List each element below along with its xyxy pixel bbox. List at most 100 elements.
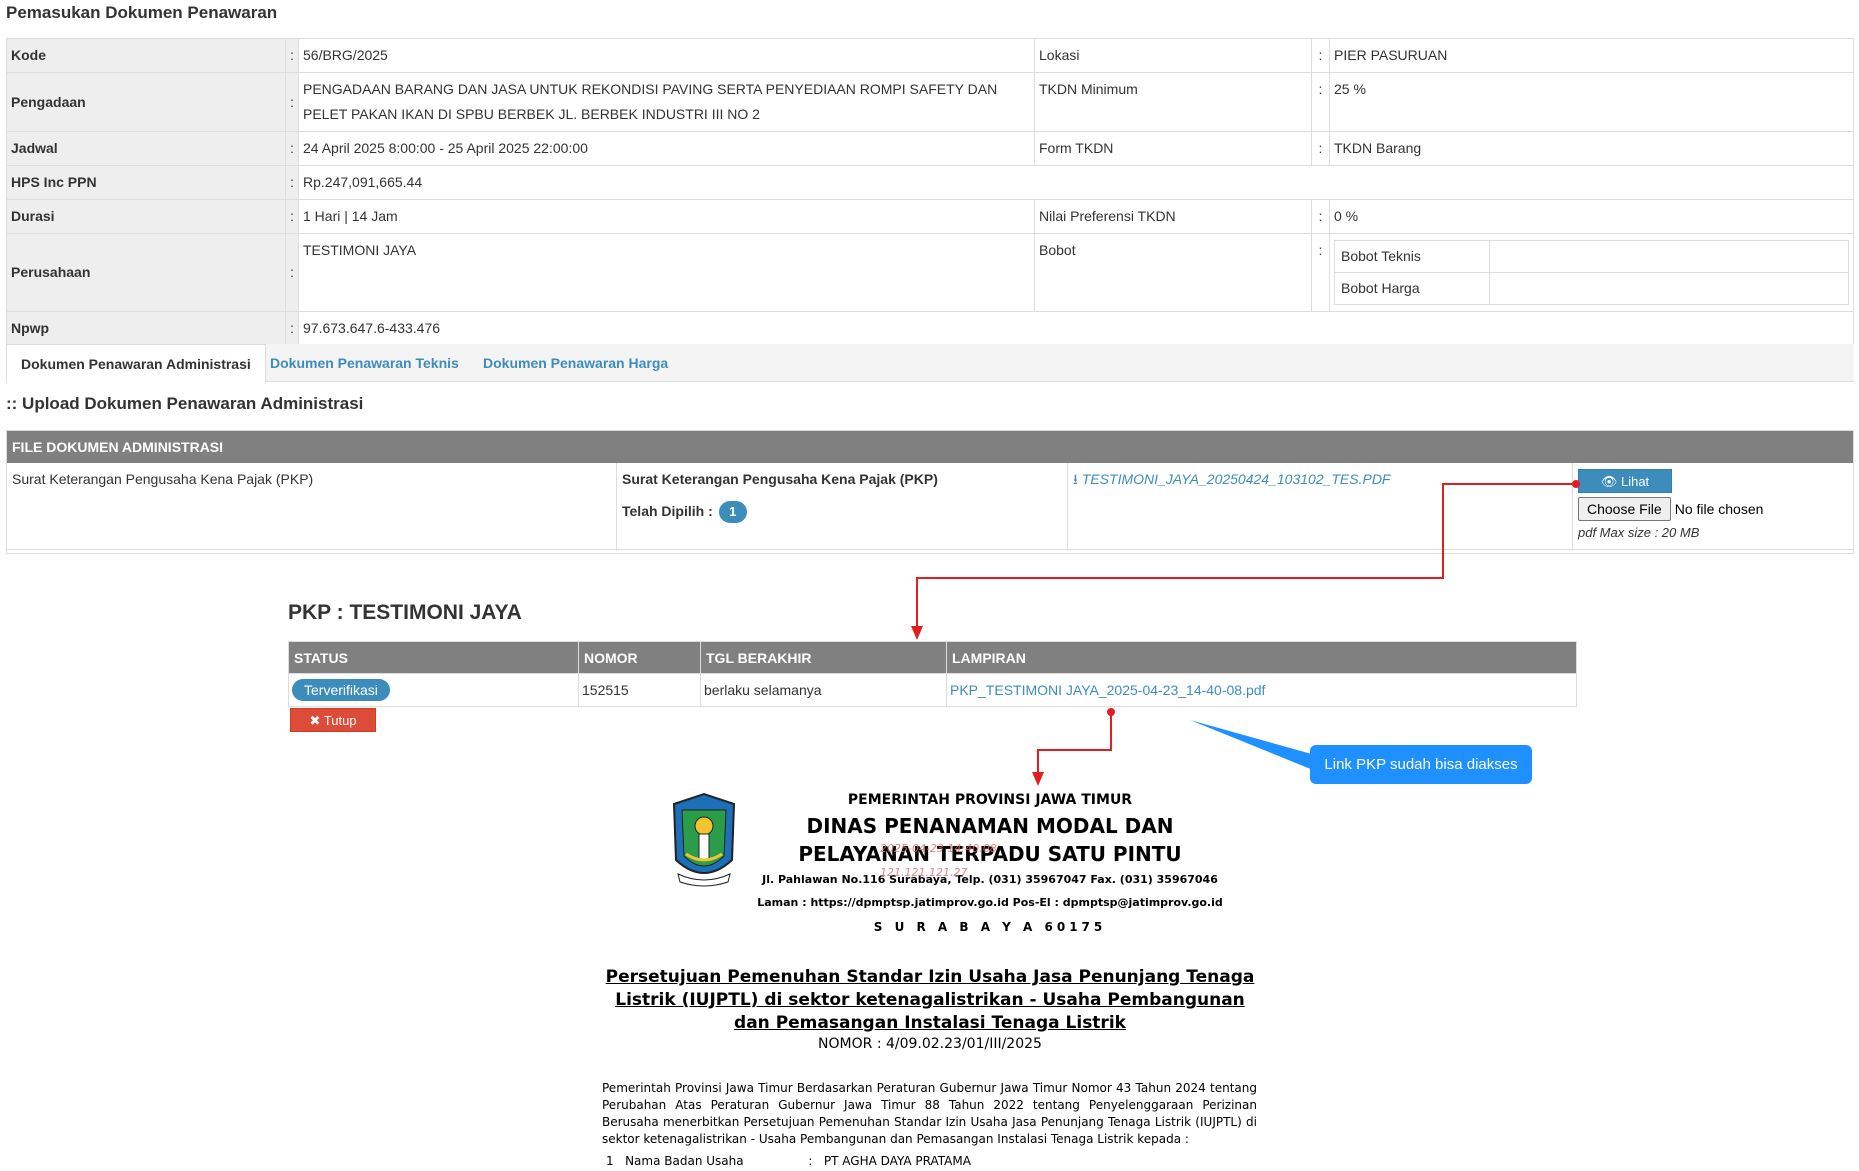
pkp-header-status: STATUS — [288, 641, 579, 674]
page-title: Pemasukan Dokumen Penawaran — [6, 3, 278, 22]
lokasi-label: Lokasi — [1034, 38, 1312, 73]
callout-pointer — [1190, 720, 1315, 770]
colon: : — [285, 233, 299, 312]
pkp-lampiran-cell: PKP_TESTIMONI JAYA_2025-04-23_14-40-08.p… — [946, 673, 1577, 707]
pengadaan-value: PENGADAAN BARANG DAN JASA UNTUK REKONDIS… — [298, 72, 1035, 132]
doc-header-line1: PEMERINTAH PROVINSI JAWA TIMUR — [847, 792, 1133, 808]
colon: : — [285, 38, 299, 73]
file-input: Choose File No file chosen — [1578, 497, 1850, 521]
download-icon: ⭳ — [1073, 471, 1078, 487]
jadwal-label: Jadwal — [6, 131, 286, 166]
bobot-label: Bobot — [1034, 233, 1312, 312]
file-row: Surat Keterangan Pengusaha Kena Pajak (P… — [7, 463, 1853, 553]
choose-file-button[interactable]: Choose File — [1578, 497, 1671, 521]
tkdn-minimum-label: TKDN Minimum — [1034, 72, 1312, 132]
doc-name: Surat Keterangan Pengusaha Kena Pajak (P… — [7, 463, 617, 551]
upload-cell: 👁︎ Lihat Choose File No file chosen pdf M… — [1573, 463, 1855, 551]
tender-info-table: Kode : 56/BRG/2025 Lokasi : PIER PASURUA… — [6, 38, 1854, 346]
npwp-value: 97.673.647.6-433.476 — [298, 311, 1854, 346]
colon: : — [1311, 131, 1330, 166]
pkp-tgl-berakhir: berlaku selamanya — [700, 673, 947, 707]
file-table-header: FILE DOKUMEN ADMINISTRASI — [7, 431, 1853, 463]
pkp-lampiran-link[interactable]: PKP_TESTIMONI JAYA_2025-04-23_14-40-08.p… — [950, 682, 1265, 698]
doc-detail-cell: Surat Keterangan Pengusaha Kena Pajak (P… — [617, 463, 1068, 551]
pkp-status-cell: Terverifikasi — [288, 673, 579, 707]
kode-label: Kode — [6, 38, 286, 73]
tab-administrasi[interactable]: Dokumen Penawaran Administrasi — [6, 344, 266, 383]
nilai-preferensi-label: Nilai Preferensi TKDN — [1034, 199, 1312, 234]
tutup-button[interactable]: ✖ Tutup — [290, 708, 376, 732]
pkp-nomor: 152515 — [578, 673, 701, 707]
lihat-label: Lihat — [1620, 474, 1650, 489]
nilai-preferensi-value: 0 % — [1329, 199, 1854, 234]
close-icon: ✖ — [309, 713, 321, 728]
tutup-label: Tutup — [323, 713, 357, 728]
tab-harga[interactable]: Dokumen Penawaran Harga — [469, 344, 682, 382]
pkp-row: Terverifikasi 152515 berlaku selamanya P… — [288, 673, 1577, 707]
eye-icon: 👁︎ — [1600, 474, 1618, 489]
doc-watermark-timestamp: 2025-04-23 14:40:08 — [880, 842, 997, 855]
max-size-note: pdf Max size : 20 MB — [1578, 525, 1700, 540]
pengadaan-label: Pengadaan — [6, 72, 286, 132]
bobot-teknis-value — [1489, 240, 1849, 273]
no-file-text: No file chosen — [1674, 501, 1764, 517]
colon: : — [1311, 199, 1330, 234]
doc-city: S U R A B A Y A 60175 — [873, 920, 1107, 934]
colon: : — [285, 199, 299, 234]
row-divider — [7, 549, 1853, 553]
doc-title: Persetujuan Pemenuhan Standar Izin Usaha… — [605, 967, 1255, 1033]
colon: : — [285, 165, 299, 200]
file-link-cell: ⭳ TESTIMONI_JAYA_20250424_103102_TES.PDF — [1068, 463, 1573, 551]
doc-header-line2: DINAS PENANAMAN MODAL DAN — [806, 814, 1174, 838]
doc-website: Laman : https://dpmptsp.jatimprov.go.id … — [757, 896, 1223, 909]
arrow-to-document — [1037, 712, 1112, 778]
doc-watermark-ip: 121.121.121.27 — [880, 866, 968, 879]
bobot-table: Bobot Teknis Bobot Harga — [1334, 240, 1849, 305]
bobot-teknis-label: Bobot Teknis — [1334, 240, 1490, 273]
doc-body: Pemerintah Provinsi Jawa Timur Berdasark… — [602, 1081, 1257, 1146]
selected-label: Telah Dipilih : — [622, 503, 713, 519]
form-tkdn-label: Form TKDN — [1034, 131, 1312, 166]
bobot-cell: Bobot Teknis Bobot Harga — [1329, 233, 1854, 312]
hps-label: HPS Inc PPN — [6, 165, 286, 200]
tab-teknis[interactable]: Dokumen Penawaran Teknis — [256, 344, 473, 382]
lokasi-value: PIER PASURUAN — [1329, 38, 1854, 73]
pkp-table: STATUS NOMOR TGL BERAKHIR LAMPIRAN Terve… — [288, 641, 1577, 707]
kode-value: 56/BRG/2025 — [298, 38, 1035, 73]
pkp-title: PKP : TESTIMONI JAYA — [288, 601, 522, 624]
colon: : — [285, 72, 299, 132]
selected-row: Telah Dipilih : 1 — [622, 501, 1062, 523]
section-title: :: Upload Dokumen Penawaran Administrasi — [6, 394, 364, 413]
file-document-table: FILE DOKUMEN ADMINISTRASI Surat Keterang… — [6, 430, 1854, 554]
selected-count-badge: 1 — [718, 501, 747, 523]
npwp-label: Npwp — [6, 311, 286, 346]
pkp-header-lampiran: LAMPIRAN — [946, 641, 1577, 674]
colon: : — [1311, 38, 1330, 73]
callout-note: Link PKP sudah bisa diakses — [1310, 745, 1532, 784]
form-tkdn-value: TKDN Barang — [1329, 131, 1854, 166]
arrow-head — [911, 626, 923, 640]
uploaded-file-link[interactable]: TESTIMONI_JAYA_20250424_103102_TES.PDF — [1082, 471, 1391, 487]
tkdn-minimum-value: 25 % — [1329, 72, 1854, 132]
bobot-harga-label: Bobot Harga — [1334, 272, 1490, 305]
doc-item-1: 1 Nama Badan Usaha : PT AGHA DAYA PRATAM… — [606, 1154, 971, 1168]
jadwal-value: 24 April 2025 8:00:00 - 25 April 2025 22… — [298, 131, 1035, 166]
status-badge: Terverifikasi — [292, 679, 390, 701]
pkp-header-nomor: NOMOR — [578, 641, 701, 674]
perusahaan-value: TESTIMONI JAYA — [298, 233, 1035, 312]
colon: : — [1311, 72, 1330, 132]
durasi-label: Durasi — [6, 199, 286, 234]
colon: : — [285, 131, 299, 166]
doc-name-bold: Surat Keterangan Pengusaha Kena Pajak (P… — [622, 471, 938, 487]
doc-nomor: NOMOR : 4/09.02.23/01/III/2025 — [818, 1036, 1042, 1052]
perusahaan-label: Perusahaan — [6, 233, 286, 312]
arrow-origin-dot — [1107, 708, 1115, 716]
lihat-button[interactable]: 👁︎ Lihat — [1578, 469, 1672, 493]
document-tabs: Dokumen Penawaran Administrasi Dokumen P… — [6, 344, 1854, 383]
hps-value: Rp.247,091,665.44 — [298, 165, 1854, 200]
document-preview: PEMERINTAH PROVINSI JAWA TIMUR DINAS PEN… — [0, 780, 1859, 1171]
doc-address: Jl. Pahlawan No.116 Surabaya, Telp. (031… — [762, 873, 1218, 886]
colon: : — [285, 311, 299, 346]
jatim-emblem-logo — [672, 792, 736, 887]
pkp-header-tgl: TGL BERAKHIR — [700, 641, 947, 674]
